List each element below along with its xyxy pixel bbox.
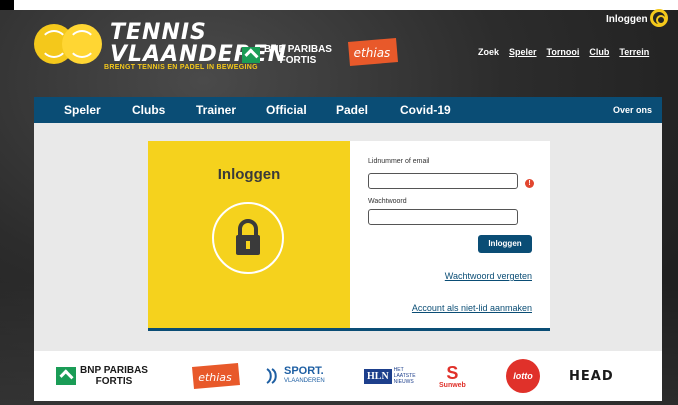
sponsor-bnp-line1: BNP PARIBAS xyxy=(80,365,148,376)
lock-icon xyxy=(236,219,260,255)
logo-tagline: BRENGT TENNIS EN PADEL IN BEWEGING xyxy=(104,64,258,71)
sunweb-mark: S xyxy=(446,362,459,383)
user-ring-icon[interactable] xyxy=(650,9,668,27)
warning-icon: ! xyxy=(525,179,534,188)
header-links: Zoek Speler Tornooi Club Terrein xyxy=(478,47,649,57)
header-link-tornooi[interactable]: Tornooi xyxy=(547,47,580,57)
ethias-wordmark: ethias xyxy=(354,46,391,60)
header-link-terrein[interactable]: Terrein xyxy=(619,47,649,57)
login-button[interactable]: Inloggen xyxy=(478,235,532,253)
panel-underline xyxy=(148,328,550,331)
main-nav: Speler Clubs Trainer Official Padel Covi… xyxy=(34,97,662,123)
login-form: Lidnummer of email ! Wachtwoord Inloggen… xyxy=(350,141,550,331)
sunweb-wordmark: Sunweb xyxy=(439,381,466,389)
header-link-speler[interactable]: Speler xyxy=(509,47,537,57)
hln-box: HLN xyxy=(364,368,392,384)
header-link-zoek[interactable]: Zoek xyxy=(478,47,499,57)
sponsor-bar: BNP PARIBAS FORTIS ethias SPORT. VLAANDE… xyxy=(34,351,662,401)
login-panel: Inloggen xyxy=(148,141,350,331)
sponsor-sport-vlaanderen[interactable]: SPORT. VLAANDEREN xyxy=(264,351,325,401)
sport-line2: VLAANDEREN xyxy=(284,378,325,384)
member-label: Lidnummer of email xyxy=(368,158,430,165)
sponsor-lotto[interactable]: lotto xyxy=(506,351,540,401)
nav-item-over-ons[interactable]: Over ons xyxy=(613,105,652,115)
lock-circle xyxy=(212,202,284,274)
forgot-password-link[interactable]: Wachtwoord vergeten xyxy=(445,271,532,281)
corner-mark xyxy=(0,0,14,10)
nav-item-trainer[interactable]: Trainer xyxy=(196,103,236,117)
sponsor-bnp-paribas[interactable]: BNP PARIBAS FORTIS xyxy=(56,351,148,401)
sponsor-ethias-wordmark: ethias xyxy=(198,371,232,384)
sport-vlaanderen-icon xyxy=(266,368,277,384)
lotto-badge: lotto xyxy=(506,359,540,393)
sponsor-bnp-line2: FORTIS xyxy=(95,376,133,387)
bnp-name-line2: FORTIS xyxy=(279,55,317,66)
top-strip xyxy=(0,0,678,10)
header-login-link[interactable]: Inloggen xyxy=(606,14,648,25)
sponsor-head[interactable]: HEAD xyxy=(569,351,614,401)
header-link-club[interactable]: Club xyxy=(589,47,609,57)
tennis-ball-icon xyxy=(62,24,102,64)
bnp-star-icon xyxy=(56,367,76,385)
logo-line1: TENNIS xyxy=(110,20,207,45)
member-input[interactable] xyxy=(368,173,518,189)
nav-item-official[interactable]: Official xyxy=(266,103,307,117)
nav-item-covid[interactable]: Covid-19 xyxy=(400,103,451,117)
login-section: Inloggen Lidnummer of email ! Wachtwoord… xyxy=(34,123,662,351)
hln-sub3: NIEUWS xyxy=(393,379,414,385)
sponsor-hln[interactable]: HLN HET LAATSTE NIEUWS xyxy=(364,351,416,401)
login-title: Inloggen xyxy=(217,166,281,183)
create-account-link[interactable]: Account als niet-lid aanmaken xyxy=(412,303,532,313)
bnp-star-icon xyxy=(242,47,260,63)
ethias-logo[interactable]: ethias xyxy=(344,36,400,68)
tennis-balls-icon xyxy=(34,24,104,64)
bnp-paribas-logo[interactable]: BNP PARIBAS FORTIS xyxy=(242,44,332,66)
sponsor-sunweb[interactable]: S Sunweb xyxy=(439,351,466,401)
password-label: Wachtwoord xyxy=(368,198,407,205)
nav-item-clubs[interactable]: Clubs xyxy=(132,103,165,117)
password-input[interactable] xyxy=(368,209,518,225)
nav-item-padel[interactable]: Padel xyxy=(336,103,368,117)
nav-item-speler[interactable]: Speler xyxy=(64,103,101,117)
page: TENNIS VLAANDEREN BRENGT TENNIS EN PADEL… xyxy=(0,0,678,405)
sponsor-ethias[interactable]: ethias xyxy=(189,362,241,390)
bnp-name-line1: BNP PARIBAS xyxy=(264,44,332,55)
